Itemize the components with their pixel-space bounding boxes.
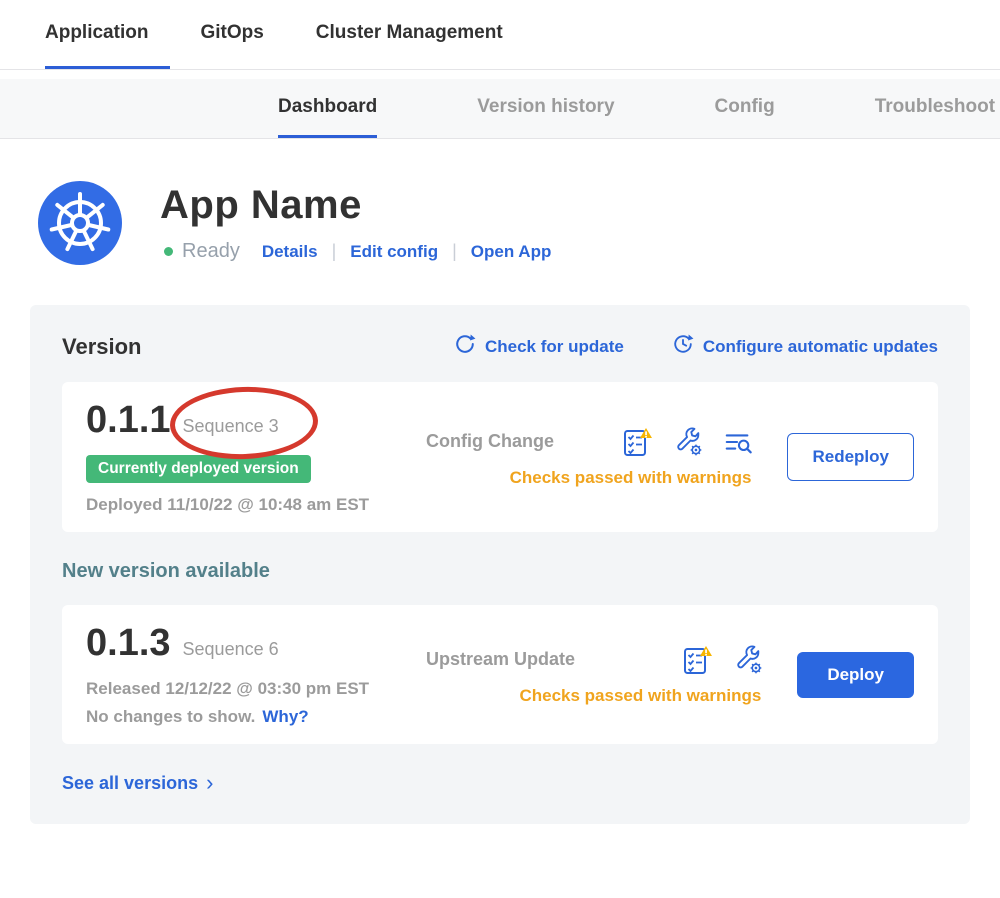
top-tab-gitops[interactable]: GitOps	[200, 0, 285, 69]
kubernetes-logo-icon	[38, 181, 122, 265]
config-tools-icon[interactable]	[673, 427, 703, 457]
app-sub-nav: Dashboard Version history Config Trouble…	[0, 79, 1000, 139]
check-for-update-label: Check for update	[485, 337, 624, 357]
sub-tab-troubleshoot[interactable]: Troubleshoot	[875, 79, 995, 138]
available-sequence-label: Sequence 6	[183, 639, 279, 660]
top-nav: Application GitOps Cluster Management	[0, 0, 1000, 70]
current-sequence-label: Sequence 3	[183, 416, 279, 437]
see-all-versions-link[interactable]: See all versions ›	[62, 772, 213, 794]
version-panel: Version Check for update Configure autom…	[30, 305, 970, 824]
details-link[interactable]: Details	[262, 242, 318, 262]
configure-automatic-updates-button[interactable]: Configure automatic updates	[672, 333, 938, 360]
view-files-search-icon[interactable]	[723, 427, 753, 457]
see-all-versions-label: See all versions	[62, 773, 198, 794]
edit-config-link[interactable]: Edit config	[350, 242, 438, 262]
deployed-timestamp: Deployed 11/10/22 @ 10:48 am EST	[86, 495, 402, 515]
version-section-title: Version	[62, 334, 406, 360]
sub-tab-version-history[interactable]: Version history	[477, 79, 614, 138]
configure-automatic-updates-label: Configure automatic updates	[703, 337, 938, 357]
sub-tab-config[interactable]: Config	[715, 79, 775, 138]
chevron-right-icon: ›	[206, 772, 213, 794]
available-version-number: 0.1.3	[86, 622, 171, 666]
preflight-checks-icon[interactable]	[621, 426, 653, 458]
check-for-update-button[interactable]: Check for update	[454, 333, 624, 360]
available-checks-status: Checks passed with warnings	[426, 686, 763, 706]
available-version-source: Upstream Update	[426, 649, 575, 670]
released-timestamp: Released 12/12/22 @ 03:30 pm EST	[86, 679, 402, 699]
page-title: App Name	[160, 183, 551, 227]
available-version-card: 0.1.3 Sequence 6 Released 12/12/22 @ 03:…	[62, 605, 938, 745]
deploy-button[interactable]: Deploy	[797, 652, 914, 698]
new-version-heading: New version available	[62, 560, 938, 583]
why-link[interactable]: Why?	[262, 707, 308, 727]
redeploy-button[interactable]: Redeploy	[787, 433, 914, 481]
status-text: Ready	[182, 240, 240, 263]
link-separator: |	[332, 241, 337, 262]
top-tab-application[interactable]: Application	[45, 0, 170, 69]
app-header: App Name Ready Details | Edit config | O…	[38, 181, 1000, 265]
config-tools-icon[interactable]	[733, 645, 763, 675]
preflight-checks-icon[interactable]	[681, 644, 713, 676]
clock-refresh-icon	[672, 333, 694, 360]
open-app-link[interactable]: Open App	[471, 242, 552, 262]
link-separator: |	[452, 241, 457, 262]
current-version-card: 0.1.1 Sequence 3 Currently deployed vers…	[62, 382, 938, 532]
sub-tab-dashboard[interactable]: Dashboard	[278, 79, 377, 138]
refresh-icon	[454, 333, 476, 360]
status-ready-dot-icon	[164, 247, 173, 256]
no-changes-text: No changes to show.	[86, 707, 255, 727]
current-checks-status: Checks passed with warnings	[426, 468, 753, 488]
current-version-source: Config Change	[426, 431, 554, 452]
currently-deployed-badge: Currently deployed version	[86, 455, 311, 483]
current-version-number: 0.1.1	[86, 399, 171, 443]
top-tab-cluster-management[interactable]: Cluster Management	[316, 0, 525, 69]
